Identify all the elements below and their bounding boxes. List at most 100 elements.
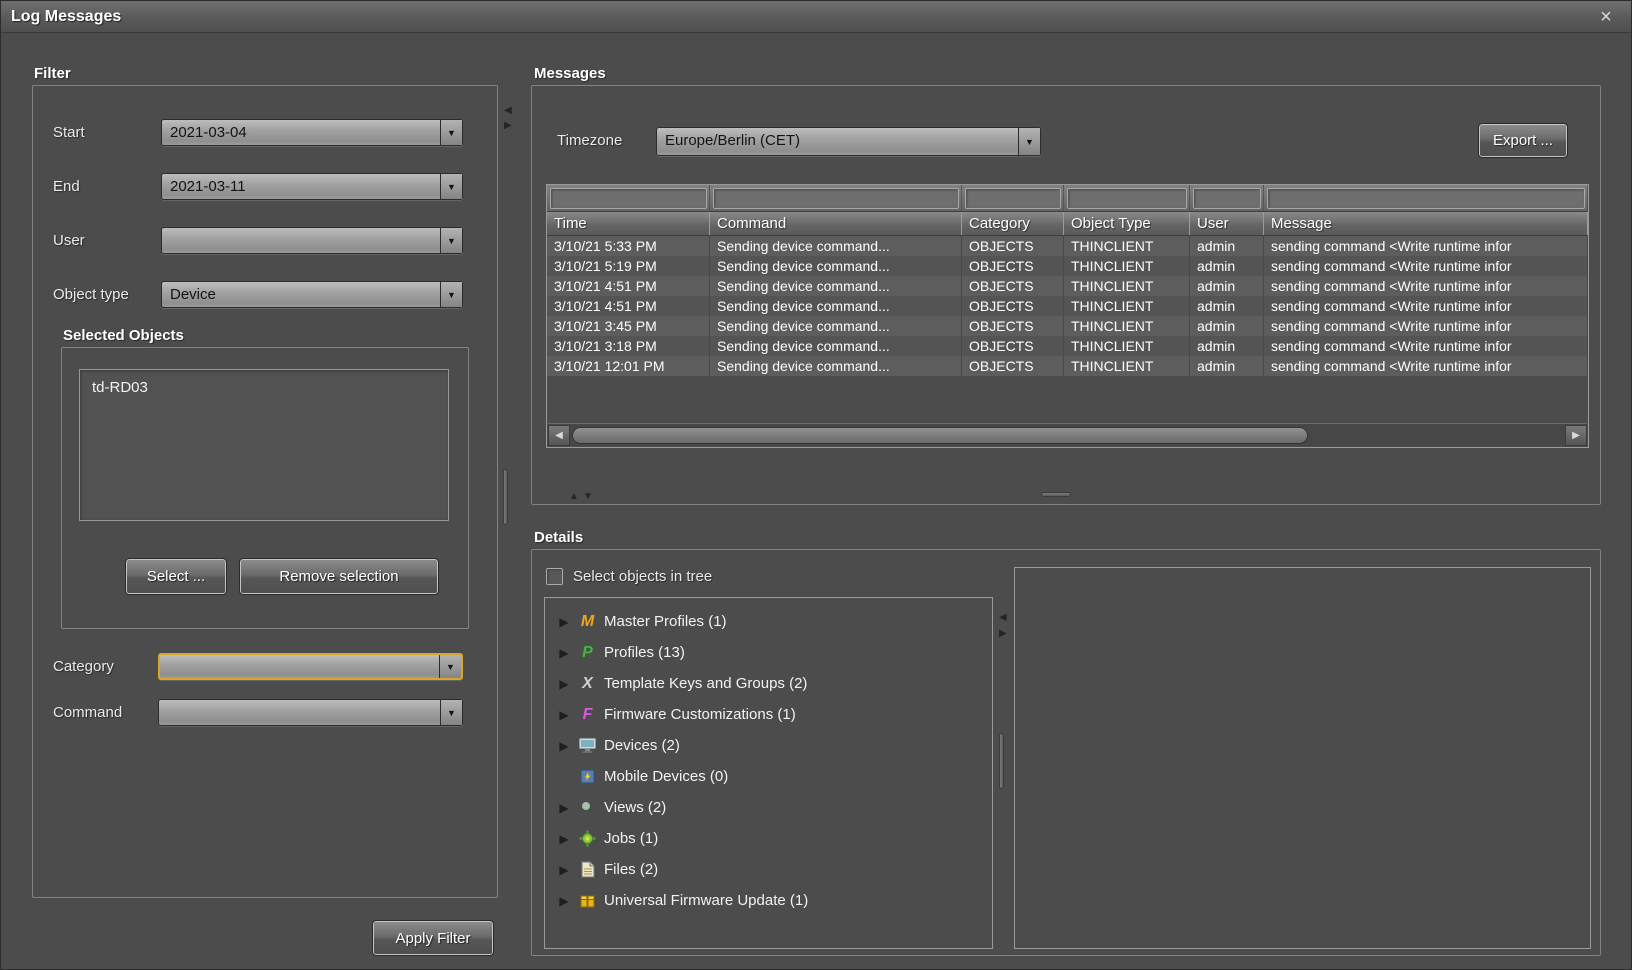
timezone-dropdown-arrow-icon[interactable]: ▼ bbox=[1018, 128, 1040, 155]
splitter-up-icon[interactable]: ▲ bbox=[569, 492, 579, 502]
expand-arrow-icon[interactable]: ▶ bbox=[557, 801, 571, 815]
end-dropdown-arrow-icon[interactable]: ▼ bbox=[440, 174, 462, 199]
table-cell: Sending device command... bbox=[710, 276, 962, 296]
category-label: Category bbox=[53, 653, 114, 680]
expand-arrow-icon[interactable]: ▶ bbox=[557, 677, 571, 691]
object-type-label: Object type bbox=[53, 281, 129, 308]
table-row[interactable]: 3/10/21 3:18 PMSending device command...… bbox=[547, 336, 1588, 356]
selected-objects-list[interactable]: td-RD03 bbox=[79, 369, 449, 521]
table-cell: sending command <Write runtime infor bbox=[1264, 236, 1588, 256]
tree-item-label: Jobs (1) bbox=[604, 830, 658, 847]
tree-item-template-keys[interactable]: ▶XTemplate Keys and Groups (2) bbox=[551, 668, 988, 699]
column-header[interactable]: Command bbox=[710, 212, 962, 235]
log-messages-window: Log Messages × Filter Start 2021-03-04 ▼… bbox=[0, 0, 1632, 970]
vertical-splitter-handle[interactable] bbox=[503, 469, 508, 525]
tree-item-jobs[interactable]: ▶ Jobs (1) bbox=[551, 823, 988, 854]
table-row[interactable]: 3/10/21 5:19 PMSending device command...… bbox=[547, 256, 1588, 276]
expand-arrow-icon[interactable]: ▶ bbox=[557, 615, 571, 629]
column-filter-input[interactable] bbox=[550, 188, 707, 209]
column-header[interactable]: Category bbox=[962, 212, 1064, 235]
expand-arrow-icon[interactable]: ▶ bbox=[557, 739, 571, 753]
column-filter-input[interactable] bbox=[713, 188, 959, 209]
horizontal-splitter-handle[interactable] bbox=[1041, 492, 1071, 497]
apply-filter-button[interactable]: Apply Filter bbox=[373, 921, 493, 955]
expand-arrow-icon[interactable]: ▶ bbox=[557, 646, 571, 660]
jobs-icon bbox=[578, 830, 597, 848]
table-cell: admin bbox=[1190, 356, 1264, 376]
table-cell: 3/10/21 12:01 PM bbox=[547, 356, 710, 376]
table-row[interactable]: 3/10/21 12:01 PMSending device command..… bbox=[547, 356, 1588, 376]
expand-arrow-icon[interactable]: ▶ bbox=[557, 863, 571, 877]
profiles-icon: P bbox=[578, 644, 597, 662]
command-value bbox=[159, 700, 440, 725]
expand-arrow-icon[interactable]: ▶ bbox=[557, 894, 571, 908]
column-header[interactable]: User bbox=[1190, 212, 1264, 235]
table-cell: Sending device command... bbox=[710, 236, 962, 256]
splitter-down-icon[interactable]: ▼ bbox=[583, 492, 593, 502]
table-cell: THINCLIENT bbox=[1064, 276, 1190, 296]
timezone-combo[interactable]: Europe/Berlin (CET) ▼ bbox=[656, 127, 1041, 156]
tree-item-universal-firmware-update[interactable]: ▶Universal Firmware Update (1) bbox=[551, 885, 988, 916]
command-combo[interactable]: ▼ bbox=[158, 699, 463, 726]
column-filter-input[interactable] bbox=[1267, 188, 1585, 209]
column-filter-input[interactable] bbox=[1193, 188, 1261, 209]
category-combo[interactable]: ▼ bbox=[158, 653, 463, 680]
start-dropdown-arrow-icon[interactable]: ▼ bbox=[440, 120, 462, 145]
devices-icon bbox=[578, 737, 597, 755]
remove-selection-button[interactable]: Remove selection bbox=[240, 559, 438, 594]
export-button[interactable]: Export ... bbox=[1479, 124, 1567, 157]
table-cell: Sending device command... bbox=[710, 336, 962, 356]
selected-objects-title: Selected Objects bbox=[63, 327, 184, 344]
table-row[interactable]: 3/10/21 3:45 PMSending device command...… bbox=[547, 316, 1588, 336]
splitter-collapse-right-icon[interactable]: ▶ bbox=[504, 121, 512, 131]
start-date-combo[interactable]: 2021-03-04 ▼ bbox=[161, 119, 463, 146]
object-type-dropdown-arrow-icon[interactable]: ▼ bbox=[440, 282, 462, 307]
select-button[interactable]: Select ... bbox=[126, 559, 226, 594]
expand-arrow-icon[interactable]: ▶ bbox=[557, 708, 571, 722]
table-cell: Sending device command... bbox=[710, 256, 962, 276]
scrollbar-thumb[interactable] bbox=[572, 427, 1308, 444]
table-row[interactable]: 3/10/21 4:51 PMSending device command...… bbox=[547, 276, 1588, 296]
command-dropdown-arrow-icon[interactable]: ▼ bbox=[440, 700, 462, 725]
close-icon[interactable]: × bbox=[1593, 4, 1619, 30]
details-splitter-right-icon[interactable]: ▶ bbox=[999, 629, 1007, 639]
tree-item-mobile-devices[interactable]: Mobile Devices (0) bbox=[551, 761, 988, 792]
scroll-right-icon[interactable]: ▶ bbox=[1565, 425, 1587, 446]
user-label: User bbox=[53, 227, 85, 254]
column-filter-input[interactable] bbox=[965, 188, 1061, 209]
column-header[interactable]: Time bbox=[547, 212, 710, 235]
tree-item-files[interactable]: ▶Files (2) bbox=[551, 854, 988, 885]
tree-item-views[interactable]: ▶Views (2) bbox=[551, 792, 988, 823]
tree-item-profiles[interactable]: ▶PProfiles (13) bbox=[551, 637, 988, 668]
scrollbar-track[interactable] bbox=[570, 425, 1565, 446]
table-row[interactable]: 3/10/21 5:33 PMSending device command...… bbox=[547, 236, 1588, 256]
tree-item-master-profiles[interactable]: ▶MMaster Profiles (1) bbox=[551, 606, 988, 637]
window-titlebar[interactable]: Log Messages × bbox=[1, 1, 1631, 33]
column-header[interactable]: Message bbox=[1264, 212, 1588, 235]
user-dropdown-arrow-icon[interactable]: ▼ bbox=[440, 228, 462, 253]
splitter-collapse-left-icon[interactable]: ◀ bbox=[504, 106, 512, 116]
expand-arrow-icon[interactable]: ▶ bbox=[557, 832, 571, 846]
category-dropdown-arrow-icon[interactable]: ▼ bbox=[439, 655, 461, 678]
tree-item-firmware-customizations[interactable]: ▶FFirmware Customizations (1) bbox=[551, 699, 988, 730]
column-filter-input[interactable] bbox=[1067, 188, 1187, 209]
tree-item-label: Mobile Devices (0) bbox=[604, 768, 728, 785]
object-type-combo[interactable]: Device ▼ bbox=[161, 281, 463, 308]
table-row[interactable]: 3/10/21 4:51 PMSending device command...… bbox=[547, 296, 1588, 316]
tree-item-devices[interactable]: ▶Devices (2) bbox=[551, 730, 988, 761]
horizontal-scrollbar[interactable]: ◀ ▶ bbox=[548, 423, 1587, 446]
details-splitter-left-icon[interactable]: ◀ bbox=[999, 613, 1007, 623]
table-cell: admin bbox=[1190, 236, 1264, 256]
user-combo[interactable]: ▼ bbox=[161, 227, 463, 254]
table-cell: THINCLIENT bbox=[1064, 296, 1190, 316]
column-header[interactable]: Object Type bbox=[1064, 212, 1190, 235]
table-cell: 3/10/21 4:51 PM bbox=[547, 276, 710, 296]
details-group-title: Details bbox=[534, 529, 583, 546]
end-date-combo[interactable]: 2021-03-11 ▼ bbox=[161, 173, 463, 200]
table-cell: admin bbox=[1190, 336, 1264, 356]
select-objects-checkbox[interactable] bbox=[546, 568, 563, 585]
scroll-left-icon[interactable]: ◀ bbox=[548, 425, 570, 446]
selected-object-item[interactable]: td-RD03 bbox=[80, 370, 448, 405]
details-splitter-handle[interactable] bbox=[999, 733, 1004, 789]
details-message-pane[interactable] bbox=[1014, 567, 1591, 949]
